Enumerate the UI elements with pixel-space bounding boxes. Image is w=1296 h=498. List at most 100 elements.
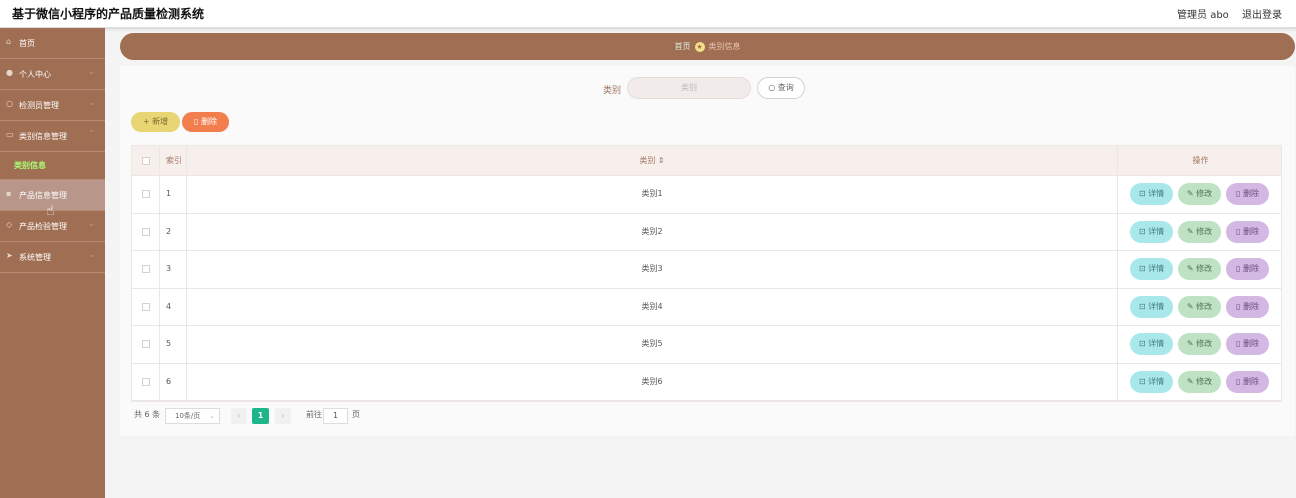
sidebar-item-label: 个人中心 <box>19 70 51 79</box>
user-icon: ● <box>6 68 13 77</box>
sidebar-item-category-info[interactable]: ▭ 类别信息管理 ⌃ <box>0 121 105 152</box>
chevron-down-icon: ⌄ <box>88 98 95 107</box>
pagination-total: 共 6 条 <box>134 410 161 419</box>
detail-button[interactable]: ⊡ 详情 <box>1130 370 1173 393</box>
breadcrumb-current: 类别信息 <box>708 42 741 51</box>
sidebar-item-label: 类别信息管理 <box>19 132 67 141</box>
detail-button[interactable]: ⊡ 详情 <box>1130 333 1173 356</box>
message-icon: ▪ <box>6 189 12 198</box>
delete-button[interactable]: ▯ 删除 <box>1226 333 1269 356</box>
page-suffix: 页 <box>352 410 360 419</box>
table-row: 1 类别1 ⊡ 详情 ✎ 修改 ▯ 删除 <box>132 176 1281 214</box>
detail-button[interactable]: ⊡ 详情 <box>1130 295 1173 318</box>
user-area: 管理员 abo 退出登录 <box>1167 6 1282 21</box>
sort-icon[interactable]: ⇕ <box>655 156 665 165</box>
table-row: 6 类别6 ⊡ 详情 ✎ 修改 ▯ 删除 <box>132 363 1281 401</box>
goto-label: 前往 <box>306 410 322 419</box>
delete-button[interactable]: ▯ 删除 <box>1226 183 1269 206</box>
logout-link[interactable]: 退出登录 <box>1242 10 1282 21</box>
sidebar-item-label: 系统管理 <box>19 253 51 262</box>
current-page[interactable]: 1 <box>252 408 269 424</box>
table-row: 3 类别3 ⊡ 详情 ✎ 修改 ▯ 删除 <box>132 251 1281 289</box>
sidebar-item-label: 首页 <box>19 39 35 48</box>
edit-button[interactable]: ✎ 修改 <box>1178 183 1221 206</box>
sidebar-item-profile[interactable]: ● 个人中心 ⌄ <box>0 59 105 90</box>
delete-button-label: 删除 <box>200 117 217 126</box>
table-row: 5 类别5 ⊡ 详情 ✎ 修改 ▯ 删除 <box>132 326 1281 364</box>
chevron-down-icon: ⌄ <box>209 412 215 420</box>
hand-cursor-icon: ☝ <box>46 203 55 219</box>
chevron-down-icon: ⌄ <box>88 250 95 259</box>
add-button-label: 新增 <box>152 117 169 126</box>
detail-button[interactable]: ⊡ 详情 <box>1130 220 1173 243</box>
detail-button[interactable]: ⊡ 详情 <box>1130 183 1173 206</box>
header-category[interactable]: 类别 ⇕ <box>187 156 1117 166</box>
row-category: 类别4 <box>641 301 663 311</box>
sidebar-subitem-category-info[interactable]: 类别信息 <box>0 152 105 180</box>
tag-icon: ◇ <box>6 220 13 229</box>
edit-button[interactable]: ✎ 修改 <box>1178 258 1221 281</box>
table-row: 4 类别4 ⊡ 详情 ✎ 修改 ▯ 删除 <box>132 288 1281 326</box>
chevron-down-icon: ⌄ <box>88 188 95 197</box>
row-checkbox[interactable] <box>142 340 150 349</box>
row-category: 类别6 <box>641 376 663 386</box>
plus-icon: + <box>142 117 153 126</box>
sidebar-item-home[interactable]: ⌂ 首页 <box>0 28 105 59</box>
edit-button[interactable]: ✎ 修改 <box>1178 370 1221 393</box>
next-page-button[interactable]: › <box>275 408 291 424</box>
sidebar-item-label: 产品信息管理 <box>19 191 67 200</box>
sidebar-item-inspectors[interactable]: ○ 检测员管理 ⌄ <box>0 90 105 121</box>
app-title: 基于微信小程序的产品质量检测系统 <box>12 7 205 21</box>
prev-page-button[interactable]: ‹ <box>231 408 247 424</box>
breadcrumb: 首页 ★ 类别信息 <box>120 33 1295 60</box>
sidebar-subitem-label: 类别信息 <box>14 161 46 170</box>
search-label: 类别 <box>603 86 622 96</box>
row-checkbox[interactable] <box>142 377 150 386</box>
chevron-up-icon: ⌃ <box>88 129 95 138</box>
chat-icon: ○ <box>6 99 13 108</box>
row-category: 类别1 <box>641 189 663 199</box>
delete-button[interactable]: ▯ 删除 <box>1226 258 1269 281</box>
edit-button[interactable]: ✎ 修改 <box>1178 295 1221 318</box>
send-icon: ➤ <box>6 251 13 260</box>
table-row: 2 类别2 ⊡ 详情 ✎ 修改 ▯ 删除 <box>132 213 1281 251</box>
user-name: 管理员 abo <box>1177 10 1229 21</box>
sidebar-item-label: 产品检验管理 <box>19 222 67 231</box>
delete-button[interactable]: ▯ 删除 <box>1226 220 1269 243</box>
trash-icon: ▯ <box>194 117 201 126</box>
category-table: 索引 类别 ⇕ 操作 1 类别1 ⊡ 详情 ✎ 修改 ▯ 删除 2 类别2 ⊡ … <box>131 145 1282 402</box>
row-category: 类别3 <box>641 264 663 274</box>
sidebar-item-system[interactable]: ➤ 系统管理 ⌄ <box>0 242 105 273</box>
star-icon: ★ <box>694 42 705 52</box>
chevron-down-icon: ⌄ <box>88 219 95 228</box>
search-icon: ○ <box>768 83 778 92</box>
row-checkbox[interactable] <box>142 227 150 236</box>
row-category: 类别2 <box>641 226 663 236</box>
edit-button[interactable]: ✎ 修改 <box>1178 220 1221 243</box>
row-checkbox[interactable] <box>142 302 150 311</box>
page-size-select[interactable]: 10条/页 ⌄ <box>165 408 220 424</box>
detail-button[interactable]: ⊡ 详情 <box>1130 258 1173 281</box>
query-button[interactable]: ○ 查询 <box>757 77 805 99</box>
header-ops: 操作 <box>1192 155 1209 165</box>
chevron-down-icon: ⌄ <box>88 67 95 76</box>
edit-button[interactable]: ✎ 修改 <box>1178 333 1221 356</box>
row-checkbox[interactable] <box>142 265 150 274</box>
home-icon: ⌂ <box>6 37 12 46</box>
table-header: 索引 类别 ⇕ 操作 <box>132 146 1281 176</box>
breadcrumb-home[interactable]: 首页 <box>675 42 691 51</box>
goto-page-input[interactable]: 1 <box>323 408 348 424</box>
id-card-icon: ▭ <box>6 130 14 139</box>
delete-button[interactable]: ▯ 删除 <box>1226 295 1269 318</box>
select-all-checkbox[interactable] <box>142 156 150 165</box>
row-checkbox[interactable] <box>142 190 150 199</box>
sidebar-item-label: 检测员管理 <box>19 101 59 110</box>
top-bar: 基于微信小程序的产品质量检测系统 管理员 abo 退出登录 <box>0 0 1296 28</box>
add-button[interactable]: + 新增 <box>131 112 180 132</box>
batch-delete-button[interactable]: ▯ 删除 <box>182 112 229 132</box>
sidebar: ⌂ 首页 ● 个人中心 ⌄ ○ 检测员管理 ⌄ ▭ 类别信息管理 ⌃ 类别信息 … <box>0 28 105 498</box>
delete-button[interactable]: ▯ 删除 <box>1226 370 1269 393</box>
search-input[interactable]: 类别 <box>627 77 751 99</box>
query-button-label: 查询 <box>777 83 794 92</box>
row-category: 类别5 <box>641 339 663 349</box>
